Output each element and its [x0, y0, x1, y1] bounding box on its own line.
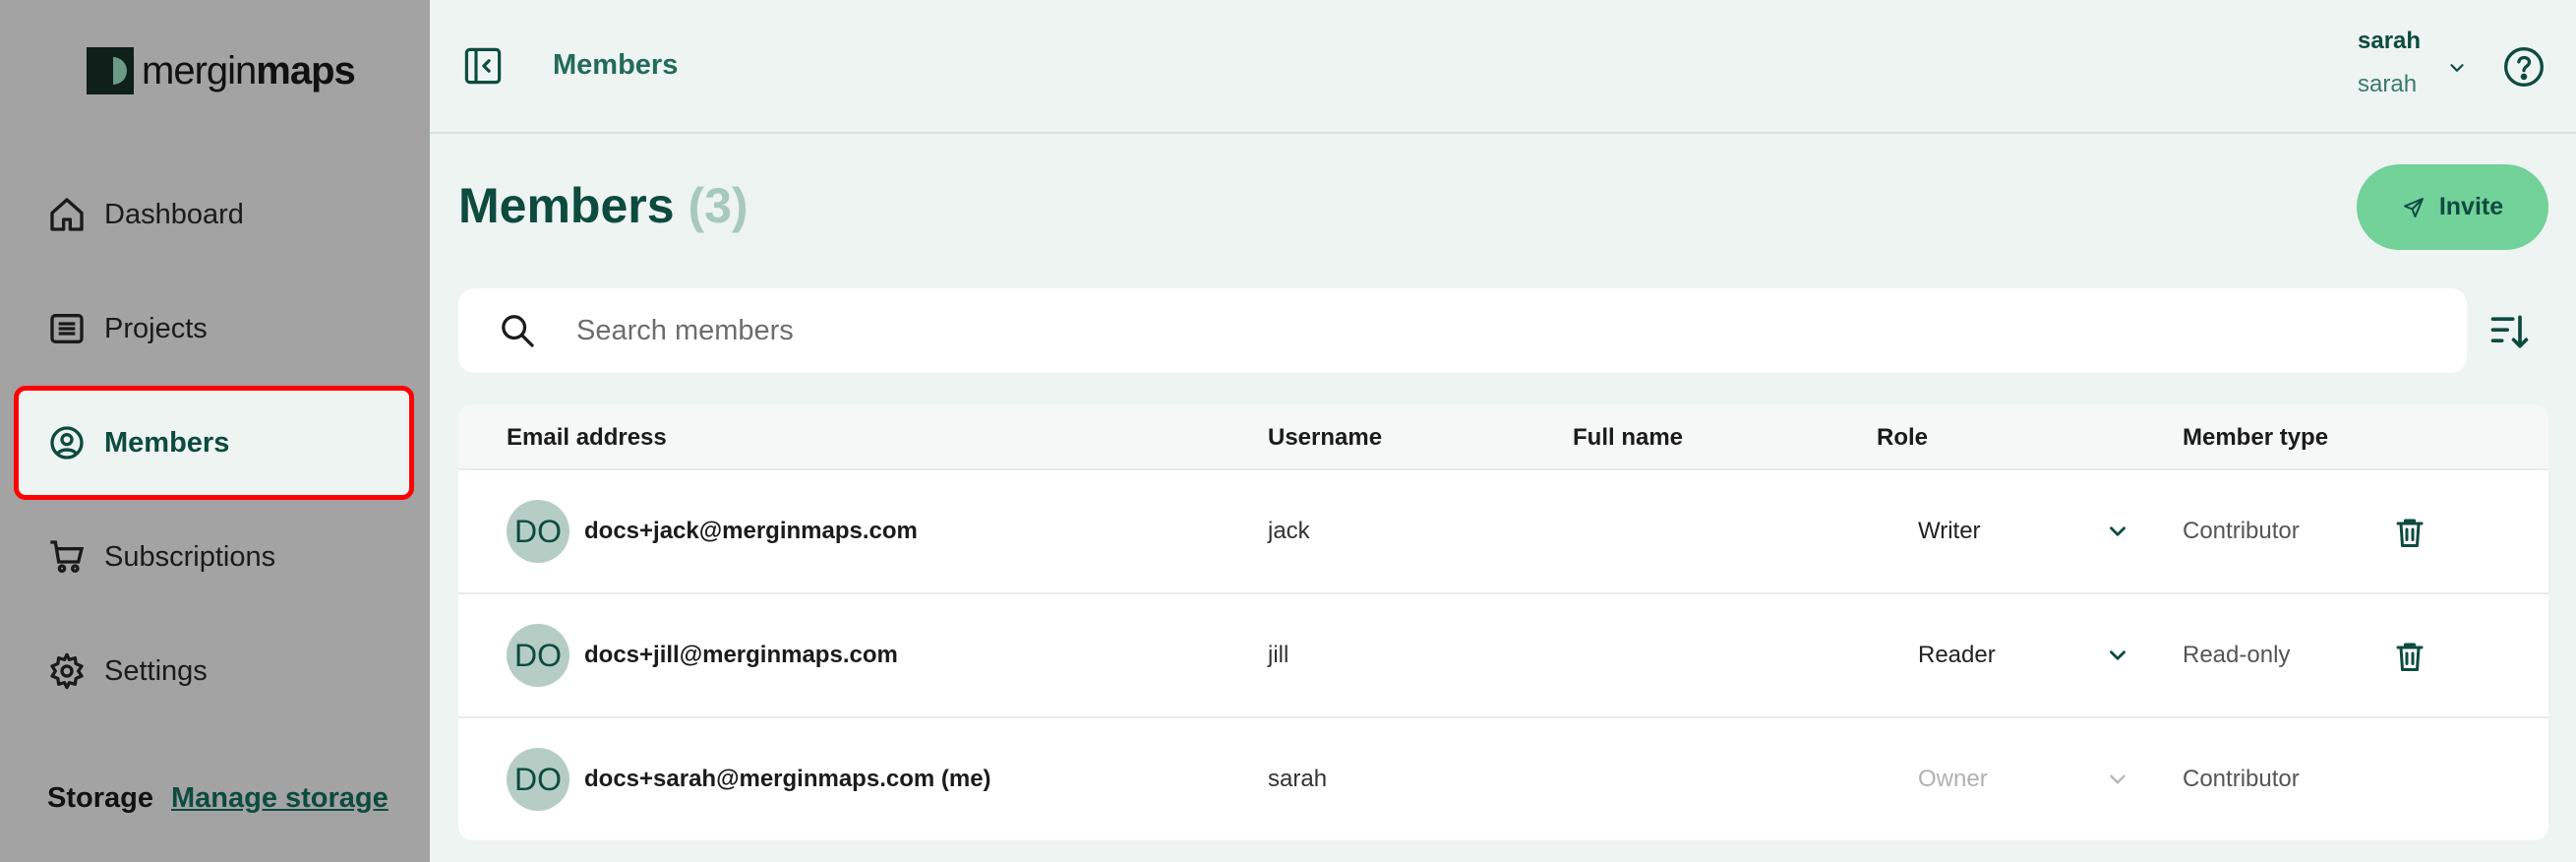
- search-icon: [502, 315, 534, 347]
- sidebar-item-label: Settings: [104, 654, 208, 687]
- sidebar-item-settings[interactable]: Settings: [14, 614, 414, 728]
- member-email: docs+jack@merginmaps.com: [584, 518, 918, 544]
- user-name: sarah: [2358, 28, 2422, 54]
- member-username: jill: [1268, 642, 1289, 668]
- table-row: DO docs+jill@merginmaps.com jill Reader …: [458, 594, 2548, 718]
- invite-label: Invite: [2438, 193, 2504, 220]
- cart-icon: [50, 540, 85, 573]
- user-circle-icon: [50, 426, 84, 460]
- table-row: DO docs+jack@merginmaps.com jack Writer …: [458, 470, 2548, 594]
- sidebar-item-dashboard[interactable]: Dashboard: [14, 157, 414, 272]
- avatar: DO: [507, 748, 569, 811]
- member-type: Contributor: [2183, 518, 2300, 544]
- manage-storage-link[interactable]: Manage storage: [171, 782, 389, 815]
- column-header-member-type[interactable]: Member type: [2183, 424, 2328, 452]
- trash-icon[interactable]: [2392, 514, 2427, 551]
- sort-icon[interactable]: [2487, 310, 2531, 353]
- sidebar-item-members[interactable]: Members: [14, 386, 414, 500]
- list-icon: [50, 314, 84, 343]
- sidebar: merginmaps Dashboard Projects Members Su…: [0, 0, 430, 862]
- avatar: DO: [507, 624, 569, 687]
- table-header: Email address Username Full name Role Me…: [458, 404, 2548, 470]
- column-header-full-name[interactable]: Full name: [1573, 424, 1683, 452]
- members-table: Email address Username Full name Role Me…: [458, 404, 2548, 840]
- storage-section: Storage Manage storage: [47, 782, 389, 815]
- member-count: (3): [688, 178, 749, 233]
- search-bar: [458, 288, 2467, 373]
- member-type: Contributor: [2183, 766, 2300, 792]
- sidebar-collapse-icon[interactable]: [462, 45, 504, 87]
- sidebar-item-label: Members: [104, 426, 230, 459]
- help-icon[interactable]: [2502, 45, 2546, 89]
- sidebar-item-projects[interactable]: Projects: [14, 272, 414, 386]
- sidebar-nav: Dashboard Projects Members Subscriptions…: [14, 157, 414, 728]
- trash-icon[interactable]: [2392, 638, 2427, 675]
- member-type: Read-only: [2183, 642, 2291, 668]
- home-icon: [50, 198, 84, 231]
- chevron-down-icon[interactable]: [2105, 643, 2130, 668]
- logo-text: merginmaps: [142, 48, 356, 92]
- column-header-role[interactable]: Role: [1877, 424, 1928, 452]
- member-email: docs+sarah@merginmaps.com (me): [584, 766, 991, 792]
- avatar: DO: [507, 500, 569, 563]
- sidebar-item-label: Subscriptions: [104, 540, 276, 573]
- role-select[interactable]: Writer: [1918, 518, 1981, 545]
- invite-button[interactable]: Invite: [2357, 164, 2548, 250]
- role-select-disabled: Owner: [1918, 766, 1988, 792]
- member-username: sarah: [1268, 766, 1328, 792]
- user-subtitle: sarah: [2358, 71, 2418, 97]
- user-menu[interactable]: sarah sarah: [2358, 28, 2421, 98]
- table-row: DO docs+sarah@merginmaps.com (me) sarah …: [458, 718, 2548, 840]
- page-title: Members (3): [458, 178, 749, 233]
- top-header: Members sarah sarah: [430, 0, 2576, 134]
- gear-icon: [50, 652, 84, 690]
- column-header-username[interactable]: Username: [1268, 424, 1382, 452]
- sidebar-item-label: Projects: [104, 312, 208, 344]
- chevron-down-icon: [2110, 774, 2126, 784]
- chevron-down-icon[interactable]: [2105, 519, 2130, 544]
- header-title: Members: [553, 49, 679, 81]
- merginmaps-logo[interactable]: merginmaps: [87, 46, 356, 95]
- column-header-email[interactable]: Email address: [507, 424, 667, 452]
- chevron-down-icon[interactable]: [2446, 57, 2468, 79]
- member-username: jack: [1268, 518, 1310, 544]
- member-email: docs+jill@merginmaps.com: [584, 642, 898, 668]
- logo-mark-icon: [87, 47, 134, 94]
- sidebar-item-subscriptions[interactable]: Subscriptions: [14, 500, 414, 614]
- sidebar-item-label: Dashboard: [104, 198, 244, 230]
- search-input[interactable]: [576, 314, 2347, 347]
- role-select[interactable]: Reader: [1918, 642, 1996, 669]
- storage-label: Storage: [47, 782, 153, 814]
- send-icon: [2403, 197, 2424, 217]
